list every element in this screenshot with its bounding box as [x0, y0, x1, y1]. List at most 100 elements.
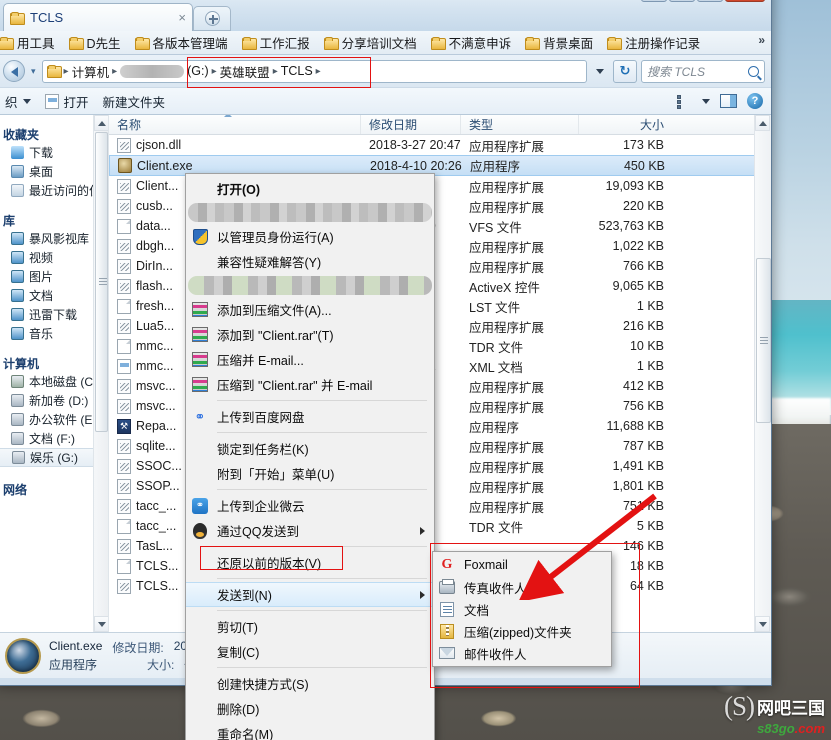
tab-tcls[interactable]: TCLS × — [3, 3, 193, 31]
context-menu-item[interactable]: 还原以前的版本(V) — [186, 550, 434, 575]
file-type-icon — [117, 358, 131, 374]
context-menu-item[interactable]: 压缩到 "Client.rar" 并 E-mail — [186, 372, 434, 397]
sidebar-item-desktop[interactable]: 桌面 — [0, 162, 108, 181]
context-menu-item[interactable]: 锁定到任务栏(K) — [186, 436, 434, 461]
grip-icon — [99, 278, 107, 286]
scroll-down-button[interactable] — [755, 616, 770, 632]
sidebar-item-thunder-download[interactable]: 迅雷下载 — [0, 305, 108, 324]
bookmark-item[interactable]: 注册操作记录 — [600, 33, 707, 52]
window-minimize-button[interactable] — [669, 0, 695, 2]
breadcrumb-drive[interactable]: (G:) — [187, 64, 209, 78]
context-menu-item[interactable]: 重命名(M) — [186, 721, 434, 740]
bookmark-item[interactable]: 工作汇报 — [235, 33, 317, 52]
breadcrumb-tcls[interactable]: TCLS — [281, 64, 313, 78]
tab-close-icon[interactable]: × — [178, 10, 186, 25]
bookmark-item[interactable]: 不满意申诉 — [424, 33, 519, 52]
send-to-item[interactable]: G Foxmail — [433, 554, 611, 576]
context-menu-item[interactable]: 复制(C) — [186, 639, 434, 664]
window-maximize-button[interactable] — [697, 0, 723, 2]
scroll-up-button[interactable] — [94, 115, 108, 131]
sidebar-item-drive-g[interactable]: 娱乐 (G:) — [0, 448, 102, 467]
context-menu-item[interactable]: ⚭ 上传到百度网盘 — [186, 404, 434, 429]
bookmarks-bar: 用工具 D先生 各版本管理端 工作汇报 分享培训文档 不满意申诉 背景桌面 注册… — [0, 31, 771, 55]
bookmark-item[interactable]: D先生 — [62, 33, 128, 52]
context-menu-item[interactable]: 添加到压缩文件(A)... — [186, 297, 434, 322]
bookmark-label: 分享培训文档 — [341, 37, 417, 51]
caret-down-icon — [758, 621, 767, 627]
sidebar-item-recent-places[interactable]: 最近访问的位置 — [0, 181, 108, 200]
search-input[interactable]: 搜索 TCLS — [641, 59, 765, 83]
sidebar-item-drive-f[interactable]: 文档 (F:) — [0, 429, 108, 448]
chevron-down-icon[interactable] — [702, 98, 710, 104]
preview-pane-icon[interactable] — [720, 94, 737, 108]
column-header-type[interactable]: 类型 — [461, 115, 579, 134]
sidebar-item-documents[interactable]: 文档 — [0, 286, 108, 305]
window-restore-small-button[interactable] — [641, 0, 667, 2]
file-size-cell: 756 KB — [622, 399, 664, 413]
sidebar-item-label: 桌面 — [29, 165, 54, 179]
help-icon[interactable]: ? — [747, 93, 763, 109]
change-view-icon[interactable] — [677, 94, 692, 109]
context-menu-item[interactable]: ⚭ 上传到企业微云 — [186, 493, 434, 518]
sidebar-item-downloads[interactable]: 下载 — [0, 143, 108, 162]
file-list-scrollbar[interactable] — [754, 115, 771, 632]
recent-locations-chevron-icon[interactable]: ▾ — [29, 66, 38, 77]
scroll-thumb[interactable] — [756, 258, 771, 423]
file-type-cell: 应用程序扩展 — [469, 320, 545, 335]
scroll-up-button[interactable] — [755, 115, 770, 131]
sidebar-item-baofeng-library[interactable]: 暴风影视库 — [0, 229, 108, 248]
breadcrumb-lol[interactable]: 英雄联盟 — [220, 62, 270, 81]
context-menu-item[interactable]: 创建快捷方式(S) — [186, 671, 434, 696]
sidebar-item-drive-d[interactable]: 新加卷 (D:) — [0, 391, 108, 410]
breadcrumb-computer[interactable]: 计算机 — [72, 62, 110, 81]
new-tab-button[interactable] — [193, 6, 231, 31]
table-row[interactable]: cjson.dll 2018-3-27 20:47 应用程序扩展 173 KB — [109, 135, 771, 155]
context-menu-item[interactable]: 通过QQ发送到 — [186, 518, 434, 543]
organize-button[interactable]: 织 — [5, 92, 31, 111]
column-header-name[interactable]: 名称 — [109, 115, 361, 134]
file-type-cell: 应用程序扩展 — [469, 200, 545, 215]
context-menu-item[interactable]: 添加到 "Client.rar"(T) — [186, 322, 434, 347]
context-menu-item[interactable]: 打开(O) — [186, 176, 434, 201]
context-menu-item[interactable]: 兼容性疑难解答(Y) — [186, 249, 434, 274]
sidebar-item-label: 图片 — [29, 270, 54, 284]
context-menu-item[interactable]: 发送到(N) — [186, 582, 434, 607]
bookmarks-overflow-chevron[interactable]: » — [758, 33, 765, 47]
breadcrumb[interactable]: ▸ 计算机 ▸ (G:) ▸ 英雄联盟 ▸ TCLS ▸ — [41, 59, 587, 83]
context-menu-item[interactable]: 压缩并 E-mail... — [186, 347, 434, 372]
back-button[interactable] — [3, 60, 25, 82]
address-dropdown-button[interactable] — [591, 60, 609, 83]
sidebar-item-pictures[interactable]: 图片 — [0, 267, 108, 286]
bookmark-item[interactable]: 用工具 — [0, 33, 62, 52]
open-button[interactable]: 打开 — [44, 92, 89, 111]
sidebar-item-music[interactable]: 音乐 — [0, 324, 108, 343]
send-to-item[interactable]: 文档 — [433, 598, 611, 620]
scroll-down-button[interactable] — [94, 616, 108, 632]
send-to-item[interactable]: 邮件收件人 — [433, 642, 611, 664]
menu-item-label: 剪切(T) — [217, 621, 258, 635]
bookmark-item[interactable]: 背景桌面 — [518, 33, 600, 52]
column-header-date[interactable]: 修改日期 — [361, 115, 461, 134]
window-close-button[interactable] — [725, 0, 765, 2]
folder-icon — [525, 36, 541, 50]
bookmark-item[interactable]: 分享培训文档 — [317, 33, 424, 52]
send-to-item[interactable]: 传真收件人 — [433, 576, 611, 598]
scroll-thumb[interactable] — [95, 132, 108, 432]
bookmark-item[interactable]: 各版本管理端 — [128, 33, 235, 52]
context-menu-item[interactable]: 删除(D) — [186, 696, 434, 721]
sidebar-item-videos[interactable]: 视频 — [0, 248, 108, 267]
nav-group-favorites: 收藏夹 — [3, 128, 40, 142]
column-header-size[interactable]: 大小 — [579, 115, 674, 134]
context-menu-item[interactable]: 附到「开始」菜单(U) — [186, 461, 434, 486]
nav-pane-scrollbar[interactable] — [93, 115, 108, 632]
context-menu-item[interactable]: 以管理员身份运行(A) — [186, 224, 434, 249]
new-folder-button[interactable]: 新建文件夹 — [103, 92, 166, 111]
winrar-icon — [192, 352, 208, 367]
sidebar-item-label: 办公软件 (E:) — [29, 413, 100, 427]
refresh-button[interactable]: ↻ — [613, 59, 637, 83]
sidebar-item-drive-c[interactable]: 本地磁盘 (C:) — [0, 372, 108, 391]
send-to-item[interactable]: 压缩(zipped)文件夹 — [433, 620, 611, 642]
file-type-icon — [117, 278, 131, 294]
sidebar-item-drive-e[interactable]: 办公软件 (E:) — [0, 410, 108, 429]
context-menu-item[interactable]: 剪切(T) — [186, 614, 434, 639]
